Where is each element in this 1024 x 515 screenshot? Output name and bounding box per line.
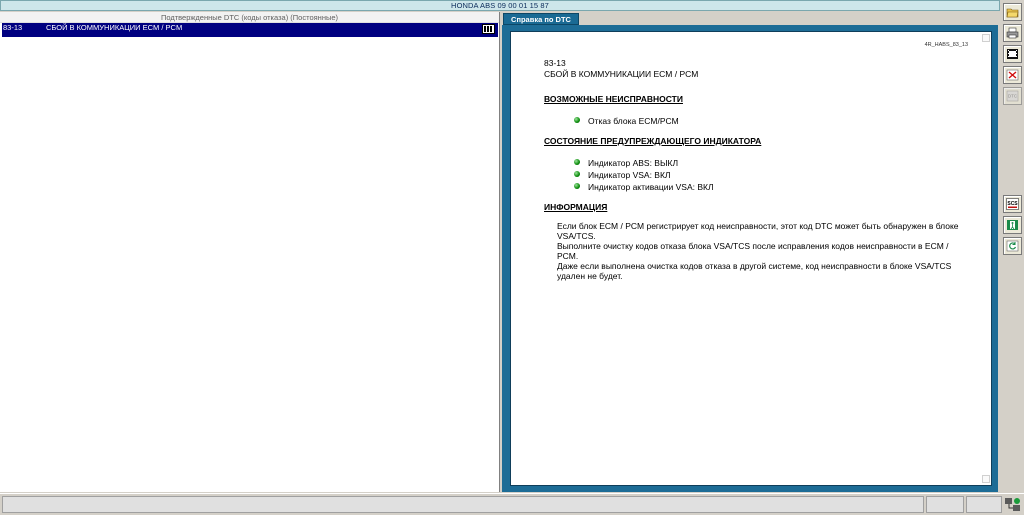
doc-title: СБОЙ В КОММУНИКАЦИИ ECM / PCM xyxy=(544,69,699,79)
print-icon xyxy=(1006,27,1019,39)
bullet-icon xyxy=(574,171,580,177)
dtc-code: 83-13 xyxy=(3,23,23,32)
dtc-button[interactable]: DTC xyxy=(1003,87,1022,105)
dtc-help-frame: 4R_HABS_83_13 83-13 СБОЙ В КОММУНИКАЦИИ … xyxy=(502,25,998,492)
exit-icon xyxy=(1007,220,1018,230)
window-title: HONDA ABS 09 00 01 15 87 xyxy=(0,0,1000,11)
open-folder-button[interactable] xyxy=(1003,3,1022,21)
film-button[interactable] xyxy=(1003,45,1022,63)
dtc-row[interactable]: 83-13 СБОЙ В КОММУНИКАЦИИ ECM / PCM xyxy=(2,23,498,37)
dtc-description: СБОЙ В КОММУНИКАЦИИ ECM / PCM xyxy=(46,23,183,32)
status-main xyxy=(2,496,924,513)
section-heading-indicator: СОСТОЯНИЕ ПРЕДУПРЕЖДАЮЩЕГО ИНДИКАТОРА xyxy=(544,136,762,146)
svg-text:DTC: DTC xyxy=(1008,94,1018,99)
dtc-list-header: Подтвержденные DTC (коды отказа) (Постоя… xyxy=(0,12,499,23)
side-toolbar: DTC SCS xyxy=(1001,0,1024,492)
info-line: удален не будет. xyxy=(557,271,623,281)
scs-button[interactable]: SCS xyxy=(1003,195,1022,213)
dtc-help-document: 4R_HABS_83_13 83-13 СБОЙ В КОММУНИКАЦИИ … xyxy=(510,31,992,486)
list-item: Отказ блока ECM/PCM xyxy=(574,116,679,126)
scroll-down-arrow[interactable] xyxy=(982,475,990,483)
tab-dtc-help[interactable]: Справка по DTC xyxy=(503,13,579,25)
scs-icon: SCS xyxy=(1006,198,1019,210)
dtc-icon: DTC xyxy=(1006,90,1019,102)
svg-text:SCS: SCS xyxy=(1007,201,1018,207)
open-folder-icon xyxy=(1006,8,1019,18)
list-item: Индикатор ABS: ВЫКЛ xyxy=(574,158,678,168)
status-cell xyxy=(926,496,964,513)
bullet-icon xyxy=(574,183,580,189)
section-heading-faults: ВОЗМОЖНЫЕ НЕИСПРАВНОСТИ xyxy=(544,94,683,104)
film-icon xyxy=(1007,49,1018,59)
dtc-clear-icon xyxy=(1006,69,1019,81)
print-button[interactable] xyxy=(1003,24,1022,42)
info-line: Даже если выполнена очистка кодов отказа… xyxy=(557,261,952,271)
dtc-list-panel: Подтвержденные DTC (коды отказа) (Постоя… xyxy=(0,12,500,492)
status-cell xyxy=(966,496,1002,513)
exit-button[interactable] xyxy=(1003,216,1022,234)
dtc-clear-button[interactable] xyxy=(1003,66,1022,84)
refresh-icon xyxy=(1006,240,1019,252)
film-icon[interactable] xyxy=(482,24,495,34)
list-item: Индикатор активации VSA: ВКЛ xyxy=(574,182,714,192)
doc-reference: 4R_HABS_83_13 xyxy=(924,42,968,48)
list-item: Индикатор VSA: ВКЛ xyxy=(574,170,671,180)
info-line: VSA/TCS. xyxy=(557,231,596,241)
bullet-icon xyxy=(574,117,580,123)
doc-code: 83-13 xyxy=(544,58,566,68)
refresh-button[interactable] xyxy=(1003,237,1022,255)
info-line: Выполните очистку кодов отказа блока VSA… xyxy=(557,241,949,251)
bullet-icon xyxy=(574,159,580,165)
info-line: PCM. xyxy=(557,251,579,261)
connection-icon xyxy=(1005,498,1020,511)
info-line: Если блок ECM / PCM регистрирует код неи… xyxy=(557,221,959,231)
section-heading-info: ИНФОРМАЦИЯ xyxy=(544,202,608,212)
status-bar xyxy=(0,493,1024,515)
scroll-up-arrow[interactable] xyxy=(982,34,990,42)
